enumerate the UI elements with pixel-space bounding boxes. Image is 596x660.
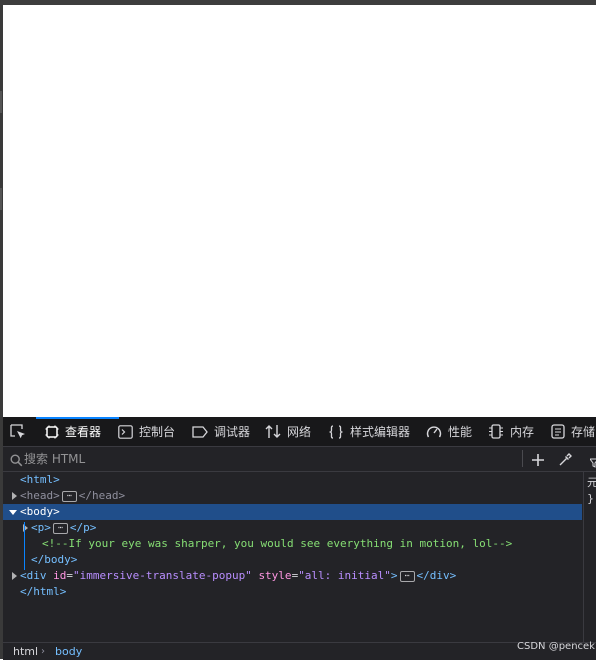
tab-label: 性能 bbox=[448, 425, 473, 439]
tab-label: 存储 bbox=[571, 425, 596, 439]
page-viewport bbox=[3, 5, 596, 417]
expand-icon[interactable] bbox=[12, 492, 17, 500]
tab-label: 网络 bbox=[287, 425, 312, 439]
tree-node-div[interactable]: <div id="immersive-translate-popup" styl… bbox=[3, 568, 582, 584]
collapsed-content-icon[interactable]: ⋯ bbox=[52, 522, 68, 534]
tab-label: 调试器 bbox=[214, 425, 251, 439]
rules-side-panel: 元 } bbox=[583, 472, 596, 642]
breadcrumb-item-html[interactable]: html bbox=[13, 643, 38, 660]
body-children-guide bbox=[24, 522, 25, 570]
markup-search-bar bbox=[3, 447, 596, 472]
tag-html-open: <html> bbox=[20, 473, 60, 486]
tag-p-open: <p> bbox=[31, 521, 51, 534]
tree-node-p[interactable]: <p> ⋯ </p> bbox=[3, 520, 582, 536]
devtools-toolbar: 查看器 控制台 调试器 网络 样式编辑器 性能 内存 存储 bbox=[3, 417, 596, 447]
divider bbox=[522, 450, 523, 467]
tab-console[interactable]: 控制台 bbox=[118, 417, 175, 446]
tab-label: 查看器 bbox=[65, 425, 102, 439]
tree-node-head[interactable]: <head> ⋯ </head> bbox=[3, 488, 582, 504]
tab-performance[interactable]: 性能 bbox=[426, 417, 472, 446]
add-node-icon[interactable] bbox=[531, 452, 545, 471]
attr-value: "immersive-translate-popup" bbox=[73, 569, 252, 582]
side-panel-brace: } bbox=[587, 492, 594, 505]
attr-name: style bbox=[258, 569, 292, 582]
attr-name: id bbox=[53, 569, 67, 582]
tab-network[interactable]: 网络 bbox=[265, 417, 311, 446]
attr-value: "all: initial" bbox=[298, 569, 391, 582]
memory-icon bbox=[489, 424, 503, 439]
expand-icon[interactable] bbox=[12, 572, 17, 580]
element-picker-icon[interactable] bbox=[9, 423, 27, 441]
debugger-icon bbox=[192, 425, 208, 438]
performance-icon bbox=[426, 425, 442, 437]
tab-label: 样式编辑器 bbox=[350, 425, 411, 439]
edge-marker bbox=[0, 188, 2, 210]
markup-tree: <html> <head> ⋯ </head> <body> <p> ⋯ </p> <!… bbox=[3, 472, 582, 642]
tree-node-html[interactable]: <html> bbox=[3, 472, 582, 488]
storage-icon bbox=[551, 424, 565, 439]
tab-debugger[interactable]: 调试器 bbox=[192, 417, 250, 446]
side-panel-text: 元 bbox=[587, 476, 596, 489]
comment-text: <!--If your eye was sharper, you would s… bbox=[42, 537, 513, 550]
breadcrumb: html › body bbox=[3, 642, 596, 660]
search-icon bbox=[10, 452, 23, 471]
tab-memory[interactable]: 内存 bbox=[488, 417, 534, 446]
tab-label: 内存 bbox=[510, 425, 535, 439]
tag-head-open: <head> bbox=[20, 489, 60, 502]
tab-storage[interactable]: 存储 bbox=[551, 417, 595, 446]
console-icon bbox=[118, 424, 133, 439]
filter-icon[interactable] bbox=[589, 453, 596, 472]
edge-marker bbox=[0, 91, 2, 113]
eyedropper-icon[interactable] bbox=[558, 452, 572, 471]
collapsed-content-icon[interactable]: ⋯ bbox=[61, 490, 77, 502]
tree-node-html-close[interactable]: </html> bbox=[3, 584, 582, 600]
tab-inspector[interactable]: 查看器 bbox=[36, 417, 119, 446]
tree-node-body[interactable]: <body> bbox=[3, 504, 582, 520]
chevron-right-icon: › bbox=[41, 646, 45, 657]
tag-close-bracket: > bbox=[390, 569, 398, 582]
tag-head-close: </head> bbox=[78, 489, 126, 502]
tag-div-close: </div> bbox=[416, 569, 457, 582]
search-input[interactable] bbox=[24, 450, 504, 468]
collapsed-content-icon[interactable]: ⋯ bbox=[399, 570, 415, 582]
tag-p-close: </p> bbox=[69, 521, 97, 534]
tree-node-body-close[interactable]: </body> bbox=[3, 552, 582, 568]
style-editor-icon bbox=[329, 424, 343, 439]
tag-div-open: <div bbox=[20, 569, 47, 582]
inspector-icon bbox=[45, 425, 59, 438]
breadcrumb-item-body[interactable]: body bbox=[55, 643, 82, 660]
devtools-panel: 查看器 控制台 调试器 网络 样式编辑器 性能 内存 存储 搜索 HTML <h… bbox=[3, 417, 596, 660]
tag-body-close: </body> bbox=[31, 553, 78, 566]
network-icon bbox=[265, 425, 281, 438]
tree-node-comment[interactable]: <!--If your eye was sharper, you would s… bbox=[3, 536, 582, 552]
tag-html-close: </html> bbox=[20, 585, 67, 598]
tag-body-open: <body> bbox=[20, 505, 60, 518]
collapse-icon[interactable] bbox=[9, 509, 17, 515]
tab-label: 控制台 bbox=[139, 425, 176, 439]
tab-style-editor[interactable]: 样式编辑器 bbox=[328, 417, 410, 446]
watermark: CSDN @pencek bbox=[517, 641, 595, 652]
